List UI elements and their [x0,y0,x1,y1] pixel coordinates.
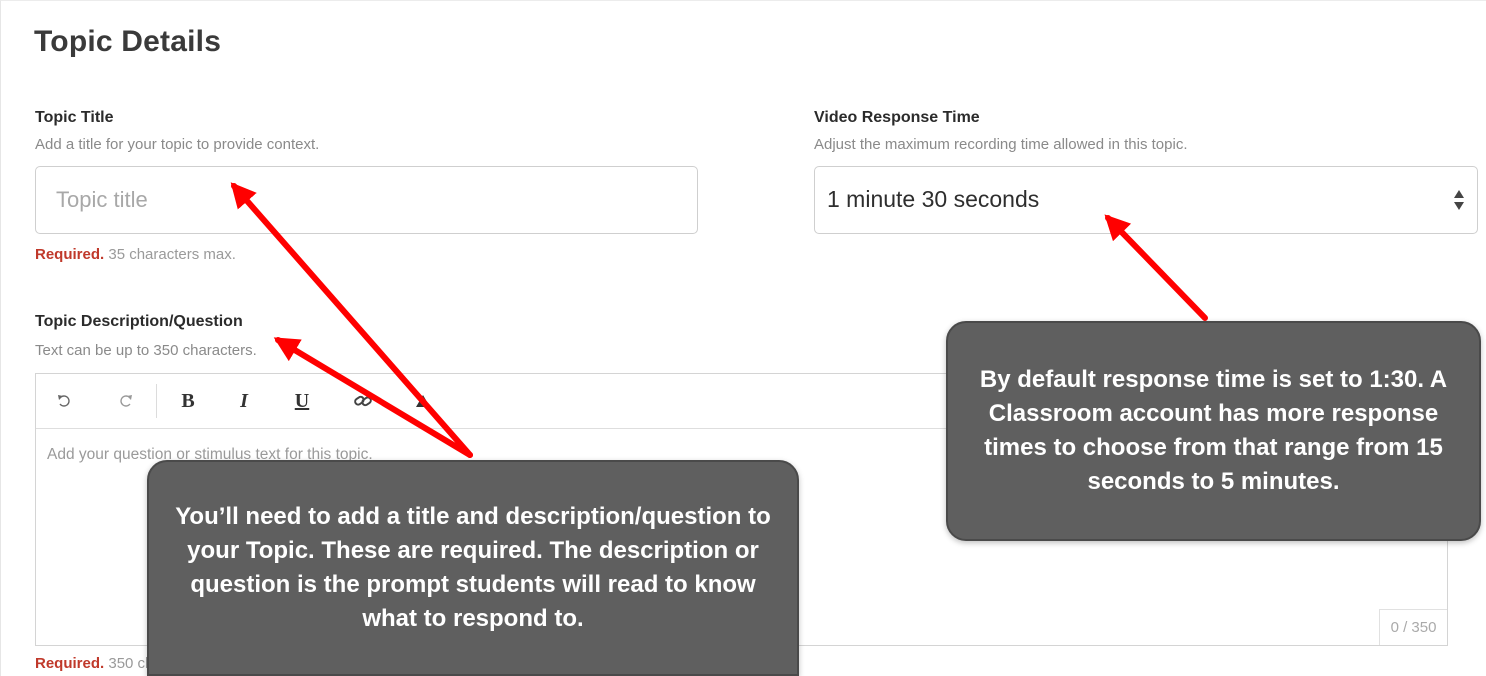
bold-button[interactable]: B [176,386,200,416]
topic-title-label: Topic Title [35,109,114,126]
video-response-label: Video Response Time [814,109,980,126]
description-help: Text can be up to 350 characters. [35,342,257,359]
description-label: Topic Description/Question [35,313,243,330]
italic-button[interactable]: I [232,386,256,416]
character-counter: 0 / 350 [1379,609,1447,645]
video-response-help: Adjust the maximum recording time allowe… [814,136,1188,153]
topic-title-help: Add a title for your topic to provide co… [35,136,320,153]
topic-title-input[interactable] [35,166,698,234]
topic-title-required: Required. 35 characters max. [35,246,236,263]
video-response-value: 1 minute 30 seconds [827,186,1040,212]
underline-button[interactable]: U [290,386,314,416]
video-response-select[interactable]: 1 minute 30 seconds [814,166,1478,234]
required-note: 35 characters max. [108,246,236,263]
callout-title-description: You’ll need to add a title and descripti… [147,460,799,676]
link-icon[interactable] [350,386,376,416]
required-label: Required. [35,655,105,672]
eraser-icon[interactable] [410,386,436,416]
updown-arrows-icon [1454,190,1464,210]
redo-icon[interactable] [112,386,140,416]
callout-response-time: By default response time is set to 1:30.… [946,321,1481,541]
toolbar-separator [156,384,157,418]
page-title: Topic Details [34,25,222,58]
undo-icon[interactable] [50,386,78,416]
required-label: Required. [35,246,105,263]
